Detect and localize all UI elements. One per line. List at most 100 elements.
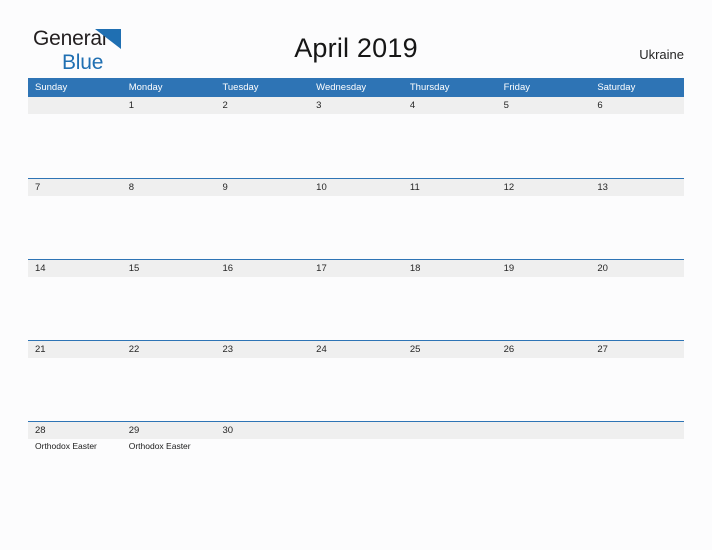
date-strip: 20 (590, 260, 685, 277)
date-strip: 13 (590, 179, 685, 196)
day-cell[interactable]: 20 (590, 260, 685, 340)
date-number: 26 (503, 344, 515, 355)
day-events (403, 358, 497, 359)
page-header: General Blue April 2019 Ukraine (0, 0, 712, 78)
day-events (497, 196, 591, 197)
date-number: 9 (222, 182, 228, 193)
day-cell[interactable]: 26 (496, 341, 591, 421)
day-events (497, 358, 591, 359)
date-strip: 4 (402, 97, 497, 114)
day-events (215, 277, 309, 278)
date-strip: 5 (496, 97, 591, 114)
date-number: 17 (316, 263, 327, 274)
day-events (309, 114, 403, 115)
day-cell[interactable]: 28 Orthodox Easter (28, 422, 122, 502)
day-events (28, 196, 122, 197)
day-cell[interactable]: 6 (590, 97, 685, 178)
day-cell[interactable]: 25 (402, 341, 497, 421)
day-events (215, 114, 309, 115)
date-strip: 14 (28, 260, 122, 277)
date-number: 5 (503, 100, 509, 111)
date-strip: 26 (496, 341, 591, 358)
day-events (497, 277, 591, 278)
day-events: Orthodox Easter (28, 439, 122, 452)
day-cell[interactable]: 14 (28, 260, 122, 340)
day-cell[interactable]: 8 (121, 179, 216, 259)
day-cell[interactable]: 21 (28, 341, 122, 421)
day-cell[interactable] (309, 422, 403, 502)
day-events (403, 196, 497, 197)
weekday-header-wednesday: Wednesday (316, 82, 367, 93)
day-events (28, 277, 122, 278)
date-strip: 12 (496, 179, 591, 196)
weekday-header-monday: Monday (128, 82, 163, 93)
day-events (403, 439, 497, 440)
date-strip: 3 (309, 97, 403, 114)
date-strip: 6 (590, 97, 685, 114)
day-events (215, 196, 309, 197)
day-events (215, 439, 309, 440)
date-strip (590, 422, 685, 439)
day-events (215, 358, 309, 359)
calendar-page: General Blue April 2019 Ukraine Sunday M… (0, 0, 712, 550)
day-events (28, 114, 122, 115)
page-title: April 2019 (294, 33, 418, 63)
day-cell[interactable] (590, 422, 685, 502)
day-cell[interactable] (496, 422, 591, 502)
day-cell[interactable]: 27 (590, 341, 685, 421)
day-cell[interactable]: 12 (496, 179, 591, 259)
day-cell[interactable]: 5 (496, 97, 591, 178)
day-cell[interactable]: 1 (121, 97, 216, 178)
calendar-week-row: 28 Orthodox Easter 29 Orthodox Easter 30 (28, 421, 685, 502)
date-number: 18 (409, 263, 421, 274)
day-events (497, 114, 591, 115)
weekday-header-saturday: Saturday (597, 82, 636, 93)
day-events (590, 196, 684, 197)
day-cell[interactable]: 2 (215, 97, 310, 178)
day-cell[interactable] (28, 97, 122, 178)
date-number: 22 (128, 344, 140, 355)
day-events (122, 358, 216, 359)
day-cell[interactable]: 29 Orthodox Easter (121, 422, 216, 502)
date-number: 21 (35, 344, 46, 355)
day-cell[interactable]: 18 (402, 260, 497, 340)
date-number: 13 (597, 182, 608, 193)
day-cell[interactable]: 4 (402, 97, 497, 178)
date-strip: 21 (28, 341, 122, 358)
day-cell[interactable]: 11 (402, 179, 497, 259)
day-cell[interactable]: 17 (309, 260, 403, 340)
calendar-week-row: 14 15 16 17 18 19 20 (28, 259, 685, 340)
date-number: 12 (503, 182, 515, 193)
day-cell[interactable]: 24 (309, 341, 403, 421)
date-strip: 18 (402, 260, 497, 277)
date-strip: 29 (121, 422, 216, 439)
day-cell[interactable]: 15 (121, 260, 216, 340)
date-strip: 30 (215, 422, 310, 439)
day-events (590, 439, 684, 440)
date-number: 10 (316, 182, 327, 193)
day-cell[interactable] (402, 422, 497, 502)
day-events (403, 114, 497, 115)
day-events (122, 277, 216, 278)
day-cell[interactable]: 16 (215, 260, 310, 340)
date-strip (28, 97, 122, 114)
weekday-header-thursday: Thursday (409, 82, 450, 93)
event-label: Orthodox Easter (128, 441, 191, 451)
day-cell[interactable]: 9 (215, 179, 310, 259)
day-events (309, 439, 403, 440)
day-cell[interactable]: 7 (28, 179, 122, 259)
date-number: 23 (222, 344, 234, 355)
day-cell[interactable]: 3 (309, 97, 403, 178)
date-strip: 15 (121, 260, 216, 277)
day-cell[interactable]: 10 (309, 179, 403, 259)
date-strip: 28 (28, 422, 122, 439)
date-strip (309, 422, 403, 439)
day-cell[interactable]: 22 (121, 341, 216, 421)
day-cell[interactable]: 30 (215, 422, 310, 502)
date-strip: 11 (402, 179, 497, 196)
date-strip: 17 (309, 260, 403, 277)
day-cell[interactable]: 23 (215, 341, 310, 421)
day-cell[interactable]: 13 (590, 179, 685, 259)
day-cell[interactable]: 19 (496, 260, 591, 340)
date-number: 29 (128, 425, 140, 436)
